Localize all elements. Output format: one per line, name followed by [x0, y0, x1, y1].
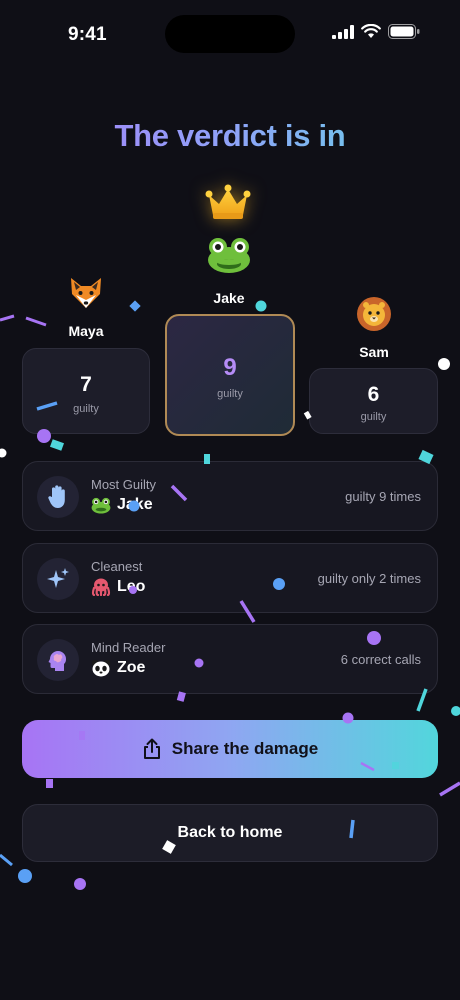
award-title: Mind Reader [91, 640, 166, 655]
crown-icon [205, 184, 251, 219]
award-card-most-guilty: Most Guilty Jake guilty 9 times [22, 461, 438, 531]
back-to-home-label: Back to home [177, 824, 283, 841]
guilty-count: 9 [223, 354, 237, 381]
award-winner: Leo [91, 578, 145, 596]
podium-jake: 9 guilty [165, 314, 295, 436]
guilty-label: guilty [360, 411, 387, 423]
cellular-signal-icon [332, 24, 354, 39]
share-button[interactable]: Share the damage [22, 720, 438, 778]
back-to-home-button[interactable]: Back to home [22, 804, 438, 862]
guilty-count: 7 [80, 373, 92, 396]
status-time: 9:41 [68, 24, 107, 45]
award-icon-container [37, 476, 79, 518]
award-title: Cleanest [91, 559, 143, 574]
award-stat: guilty only 2 times [317, 571, 421, 586]
frog-face-icon [91, 497, 111, 514]
guilty-count: 6 [367, 383, 380, 406]
podium-maya: 7 guilty [22, 348, 150, 434]
player-name-maya: Maya [68, 323, 104, 339]
raised-hand-icon [48, 485, 65, 508]
award-icon-container [37, 639, 79, 681]
share-button-label: Share the damage [171, 739, 319, 758]
frog-face-icon [208, 238, 250, 273]
battery-icon [388, 24, 420, 39]
system-icons [332, 24, 420, 39]
page-title: The verdict is in [0, 118, 460, 154]
award-stat: 6 correct calls [340, 652, 421, 667]
award-winner-name: Leo [117, 578, 146, 595]
award-stat: guilty 9 times [345, 489, 421, 504]
award-card-mind-reader: Mind Reader Zoe 6 correct calls [22, 624, 438, 694]
dynamic-island [165, 15, 295, 53]
award-winner-name: Jake [117, 496, 153, 513]
player-name-jake: Jake [213, 290, 245, 306]
sparkles-icon [47, 568, 69, 588]
guilty-label: guilty [217, 388, 243, 400]
award-icon-container [37, 558, 79, 600]
podium-sam: 6 guilty [309, 368, 438, 434]
fox-face-icon [71, 278, 101, 308]
award-winner: Zoe [91, 659, 145, 677]
award-title: Most Guilty [91, 477, 157, 492]
player-name-sam: Sam [359, 344, 389, 360]
lion-face-icon [357, 297, 391, 331]
octopus-icon [91, 578, 111, 596]
brain-head-icon [48, 651, 66, 671]
award-card-cleanest: Cleanest Leo guilty only 2 times [22, 543, 438, 613]
award-winner: Jake [91, 496, 153, 514]
share-icon [143, 738, 160, 759]
wifi-icon [361, 24, 381, 38]
status-bar: 9:41 [0, 0, 460, 60]
guilty-label: guilty [73, 403, 99, 415]
award-winner-name: Zoe [117, 659, 146, 676]
panda-face-icon [91, 659, 111, 677]
